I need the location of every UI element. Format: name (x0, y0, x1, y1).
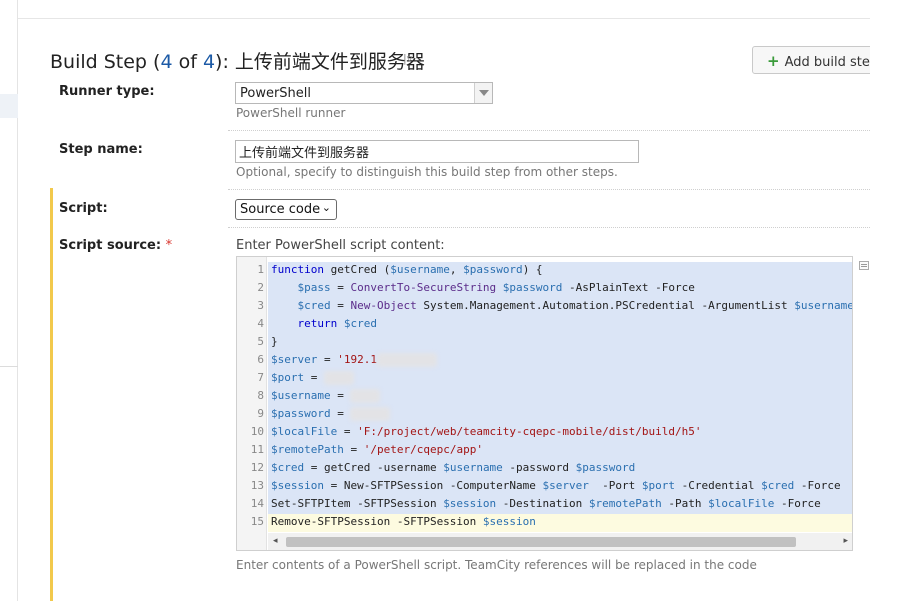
script-source-hint: Enter contents of a PowerShell script. T… (236, 558, 757, 572)
step-name-hint: Optional, specify to distinguish this bu… (236, 165, 618, 179)
section-highlight-bar (50, 188, 53, 601)
line-number: 3 (257, 299, 264, 312)
required-mark: * (165, 238, 173, 253)
left-rail-active-segment (0, 94, 18, 118)
code-editor[interactable]: 1 function getCred ($username, $password)… (236, 256, 853, 551)
scroll-right-icon[interactable]: ▸ (843, 536, 848, 546)
chevron-down-icon: ⌄ (321, 201, 331, 214)
add-build-step-label: Add build step (784, 55, 877, 70)
left-rail-divider (0, 366, 18, 367)
line-number: 6 (257, 353, 264, 366)
scroll-left-icon[interactable]: ◂ (273, 536, 278, 546)
top-divider (18, 18, 870, 19)
step-name-label: Step name: (59, 142, 143, 157)
redacted-value (324, 371, 354, 385)
redacted-value (350, 407, 391, 421)
right-edge (870, 0, 909, 601)
runner-type-value: PowerShell (240, 86, 312, 101)
line-number: 12 (250, 461, 264, 474)
page-title: Build Step (4 of 4): 上传前端文件到服务器 (50, 47, 425, 74)
horizontal-scrollbar[interactable]: ◂ ▸ (268, 533, 852, 550)
script-source-label-text: Script source: (59, 238, 162, 253)
scrollbar-thumb[interactable] (286, 537, 796, 547)
row-divider (228, 227, 870, 228)
line-number: 1 (257, 263, 264, 276)
script-type-select[interactable]: Source code ⌄ (235, 199, 337, 220)
editor-options-icon[interactable] (859, 261, 869, 270)
line-number: 4 (257, 317, 264, 330)
step-name-input[interactable] (235, 140, 639, 163)
script-label: Script: (59, 201, 108, 216)
runner-type-select[interactable]: PowerShell (235, 82, 493, 104)
line-number: 7 (257, 371, 264, 384)
line-number: 13 (250, 479, 264, 492)
row-divider (228, 189, 870, 190)
title-menu-icon[interactable]: |▿ (403, 52, 412, 65)
runner-type-label: Runner type: (59, 84, 155, 99)
title-prefix: Build Step ( (50, 51, 161, 73)
dropdown-arrow-icon[interactable] (474, 83, 492, 103)
line-number: 5 (257, 335, 264, 348)
left-rail (0, 0, 18, 601)
script-source-label: Script source: * (59, 238, 172, 253)
redacted-value (376, 353, 437, 367)
line-number: 10 (250, 425, 264, 438)
redacted-value (350, 389, 381, 403)
title-step-current: 4 (160, 51, 173, 73)
line-number: 15 (250, 515, 264, 528)
line-number: 9 (257, 407, 264, 420)
row-divider (228, 130, 870, 131)
line-number: 11 (250, 443, 264, 456)
add-build-step-button[interactable]: + Add build step (752, 46, 877, 74)
line-number: 14 (250, 497, 264, 510)
line-number: 2 (257, 281, 264, 294)
line-number: 8 (257, 389, 264, 402)
runner-type-hint: PowerShell runner (236, 106, 346, 120)
plus-icon: + (767, 52, 780, 70)
title-step-total: 4 (202, 51, 216, 73)
script-type-value: Source code (240, 202, 321, 217)
title-of: of (172, 51, 203, 73)
title-suffix: ): 上传前端文件到服务器 (215, 51, 425, 73)
script-source-prompt: Enter PowerShell script content: (236, 238, 445, 253)
